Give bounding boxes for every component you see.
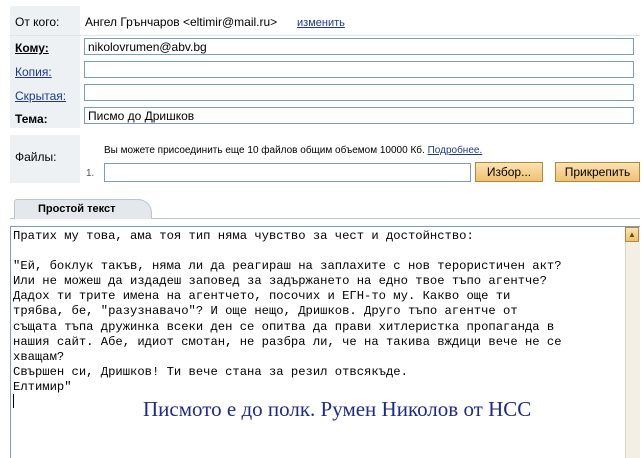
file-row-number: 1.: [86, 168, 95, 179]
files-label: Файлы:: [15, 150, 57, 164]
overlay-caption: Писмото е до полк. Румен Николов от НСС: [143, 397, 532, 421]
scroll-up-arrow-icon[interactable]: ▲: [625, 227, 639, 242]
bcc-field[interactable]: [84, 84, 634, 101]
bcc-label[interactable]: Скрытая:: [15, 89, 66, 103]
message-body[interactable]: Пратих му това, ама тоя тип няма чувство…: [13, 229, 613, 395]
tab-plain-text[interactable]: Простой текст: [14, 199, 152, 219]
attach-button[interactable]: Прикрепить: [555, 162, 640, 182]
to-label[interactable]: Кому:: [15, 41, 49, 55]
cc-field[interactable]: [84, 61, 634, 78]
cc-label[interactable]: Копия:: [15, 65, 52, 79]
subject-label: Тема:: [15, 112, 48, 126]
files-info-text: Вы можете присоединить еще 10 файлов общ…: [104, 145, 425, 156]
from-label: От кого:: [15, 15, 60, 29]
browse-button[interactable]: Избор...: [475, 162, 543, 182]
divider: [10, 35, 640, 36]
file-path-input[interactable]: [104, 163, 471, 182]
subject-field[interactable]: Писмо до Дришков: [84, 107, 634, 124]
files-info: Вы можете присоединить еще 10 файлов общ…: [104, 145, 482, 156]
more-info-link[interactable]: Подробнее.: [428, 145, 483, 156]
editor-scrollbar[interactable]: [625, 227, 640, 458]
change-sender-link[interactable]: изменить: [297, 17, 345, 29]
to-field[interactable]: nikolovrumen@abv.bg: [84, 38, 634, 55]
from-value: Ангел Грънчаров <eltimir@mail.ru>: [85, 15, 278, 29]
text-caret: [13, 394, 14, 408]
